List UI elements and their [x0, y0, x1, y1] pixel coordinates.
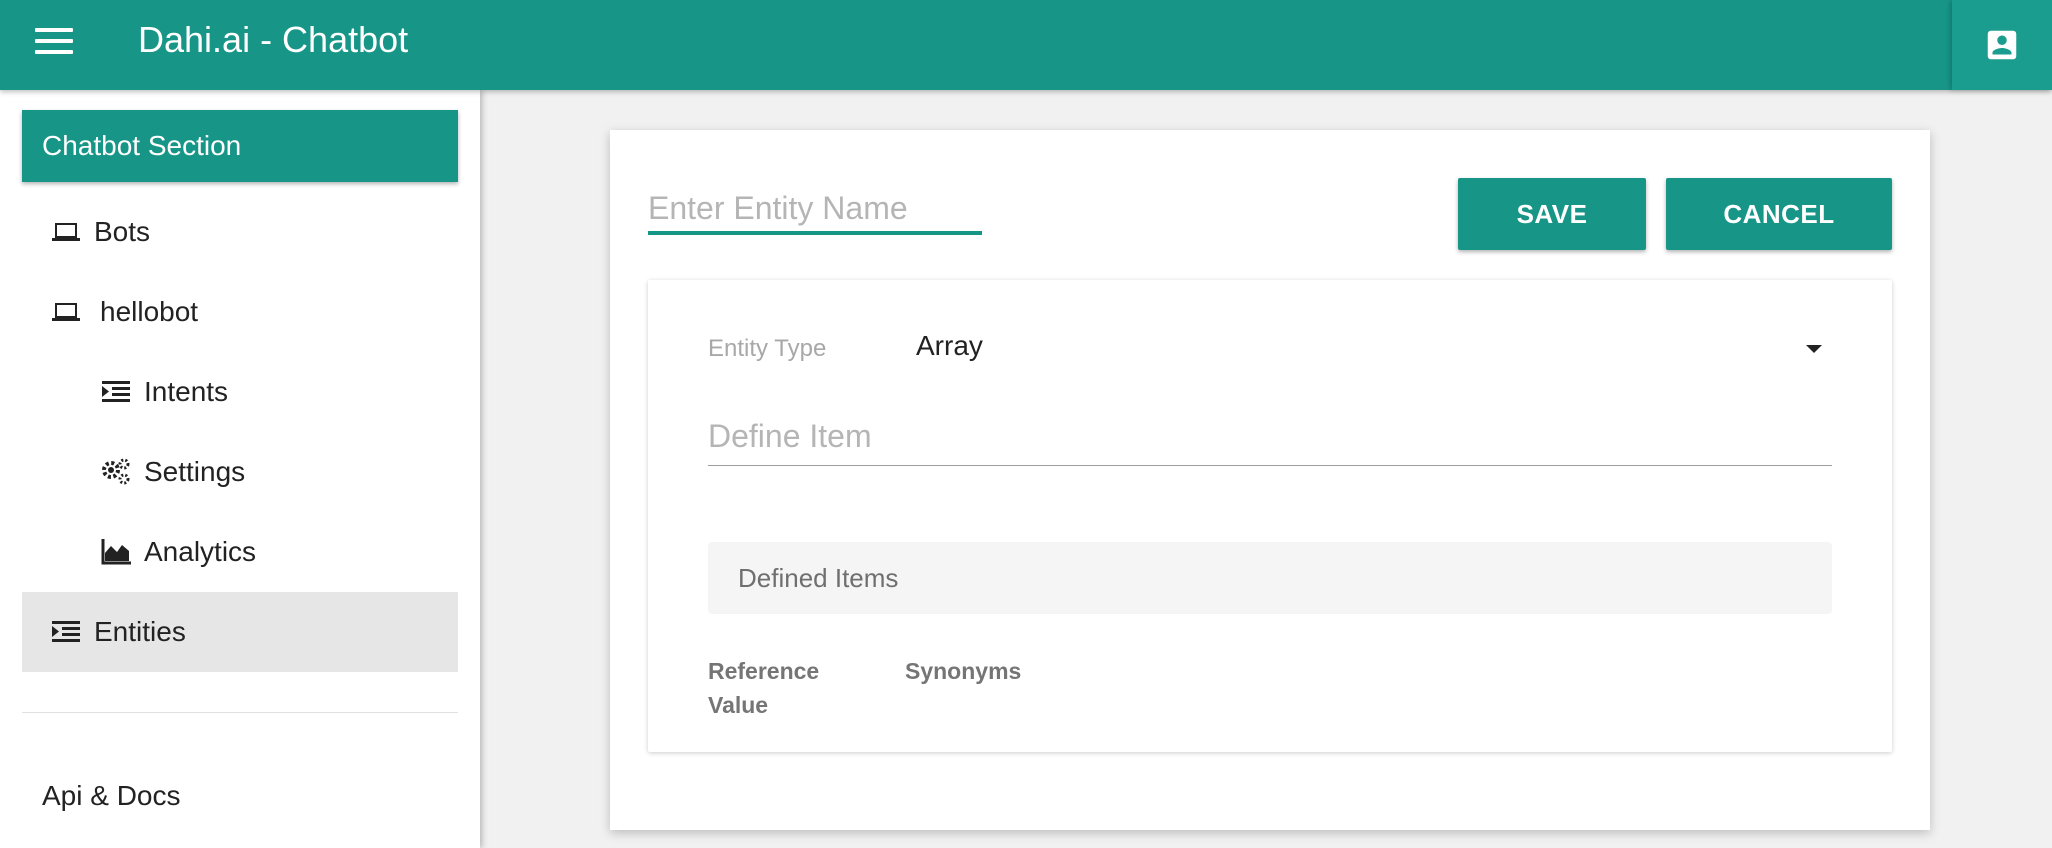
sidebar-item-label: Settings — [144, 456, 246, 487]
account-button[interactable] — [1952, 0, 2052, 90]
entity-type-label: Entity Type — [708, 335, 827, 362]
sidebar-item-analytics[interactable]: Analytics — [22, 512, 458, 592]
sidebar-item-label: Intents — [144, 376, 229, 407]
api-docs-link[interactable]: Api & Docs — [42, 780, 181, 812]
entity-details-panel: Entity Type Array Defined Items Referenc… — [648, 280, 1892, 752]
format-indent-icon — [50, 618, 82, 646]
format-indent-icon — [100, 378, 132, 406]
sidebar-item-hellobot[interactable]: hellobot — [22, 272, 458, 352]
sidebar-item-intents[interactable]: Intents — [22, 352, 458, 432]
sidebar-item-label: Entities — [94, 616, 186, 647]
sidebar: Chatbot Section Bots hellobot Intents Se… — [0, 90, 480, 848]
sidebar-section-header: Chatbot Section — [22, 110, 458, 182]
sidebar-item-label: Analytics — [144, 536, 257, 567]
entity-type-select[interactable] — [908, 320, 1832, 376]
hamburger-menu-icon[interactable] — [35, 26, 73, 56]
app-bar: Dahi.ai - Chatbot — [0, 0, 2052, 90]
sidebar-item-label: Bots — [94, 216, 151, 247]
laptop-icon — [50, 298, 82, 326]
account-box-icon — [1987, 30, 2017, 60]
synonyms-header: Synonyms — [905, 658, 1022, 684]
save-button[interactable]: SAVE — [1458, 178, 1646, 250]
sidebar-item-entities[interactable]: Entities — [22, 592, 458, 672]
entity-editor-card: SAVE CANCEL Entity Type Array Defined It… — [610, 130, 1930, 830]
gears-icon — [100, 458, 132, 486]
reference-value-header: Reference Value — [708, 658, 820, 718]
entity-name-input[interactable] — [648, 185, 982, 235]
cancel-button[interactable]: CANCEL — [1666, 178, 1892, 250]
app-title: Dahi.ai - Chatbot — [138, 19, 409, 60]
sidebar-item-label: hellobot — [100, 296, 199, 327]
laptop-icon — [50, 218, 82, 246]
define-item-input[interactable] — [708, 408, 1832, 466]
defined-items-label: Defined Items — [738, 562, 899, 593]
sidebar-divider — [22, 712, 458, 713]
sidebar-item-settings[interactable]: Settings — [22, 432, 458, 512]
caret-down-icon — [1806, 345, 1822, 353]
defined-items-box: Defined Items — [708, 542, 1832, 614]
area-chart-icon — [100, 538, 132, 566]
entity-type-value: Array — [916, 330, 983, 361]
sidebar-item-bots[interactable]: Bots — [22, 192, 458, 272]
